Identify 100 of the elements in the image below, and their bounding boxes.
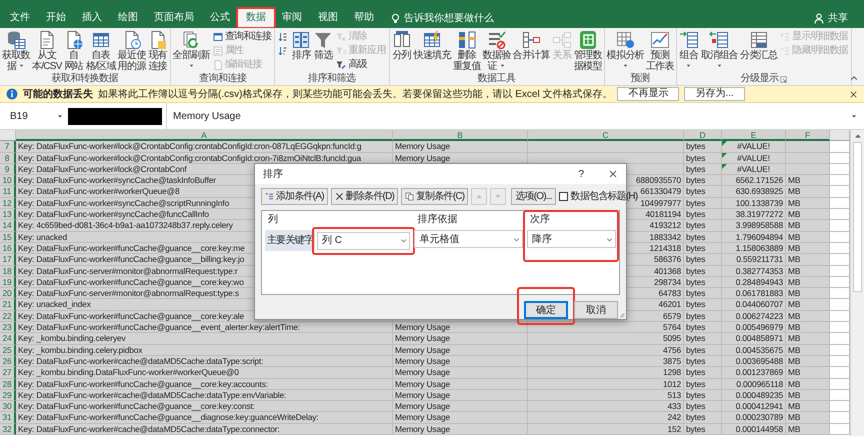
search-field[interactable]: 告诉我你想要做什么 bbox=[404, 10, 494, 26]
row-header[interactable]: 15 bbox=[0, 232, 16, 243]
ribbon-button[interactable]: 管理数 据模型 bbox=[572, 30, 603, 72]
ribbon-button[interactable] bbox=[278, 30, 288, 43]
ribbon-button[interactable]: 现有 连接 bbox=[146, 30, 169, 72]
info-icon bbox=[6, 88, 18, 100]
column-header[interactable]: D bbox=[684, 130, 722, 141]
ribbon-button[interactable]: 取消组合 bbox=[700, 30, 739, 68]
share-button[interactable]: 共享 bbox=[808, 8, 854, 28]
ribbon-tab[interactable]: 绘图 bbox=[110, 8, 146, 28]
notification-button[interactable]: 不再显示 bbox=[617, 87, 680, 101]
row-header[interactable]: 28 bbox=[0, 378, 16, 390]
toolbar-button[interactable]: 删除条件(D) bbox=[330, 188, 398, 206]
ribbon-tab[interactable]: 页面布局 bbox=[146, 8, 202, 28]
row-header[interactable]: 26 bbox=[0, 356, 16, 368]
row-header[interactable]: 25 bbox=[0, 344, 16, 356]
ribbon-button[interactable]: 自表 格/区域 bbox=[84, 30, 117, 72]
row-header[interactable]: 19 bbox=[0, 276, 16, 288]
toolbar-button[interactable]: 添加条件(A) bbox=[261, 188, 328, 206]
table-cell: bytes bbox=[686, 242, 706, 253]
row-header[interactable]: 23 bbox=[0, 322, 16, 334]
column-header[interactable]: A bbox=[16, 130, 393, 141]
ribbon-button[interactable]: 排序 bbox=[290, 30, 312, 62]
table-cell: 6579 bbox=[662, 310, 681, 321]
lightbulb-icon bbox=[390, 12, 401, 24]
vertical-scrollbar[interactable] bbox=[850, 130, 864, 436]
ribbon-tab[interactable]: 审阅 bbox=[274, 8, 310, 28]
ribbon-tab[interactable]: 文件 bbox=[2, 8, 38, 28]
row-header[interactable]: 31 bbox=[0, 412, 16, 424]
ribbon-tab[interactable]: 公式 bbox=[202, 8, 238, 28]
ribbon-button[interactable]: 删除 重复值 bbox=[452, 30, 482, 72]
table-cell: Key: DataFluxFunc-worker#funcCache@guance__diagnose:key:guanceWriteDelay: bbox=[18, 412, 318, 422]
row-header[interactable]: 11 bbox=[0, 186, 16, 198]
ribbon-tab[interactable]: 帮助 bbox=[346, 8, 382, 28]
ribbon-button[interactable]: 筛选 bbox=[312, 30, 334, 62]
ribbon-button[interactable]: 快速填充 bbox=[412, 30, 452, 62]
scroll-up-icon bbox=[854, 132, 862, 140]
dialog-button[interactable]: 确定 bbox=[524, 301, 568, 319]
caret-icon bbox=[850, 112, 858, 120]
ribbon-button[interactable]: 分类汇总 bbox=[739, 30, 778, 62]
ribbon-button[interactable]: 模拟分析 bbox=[606, 30, 645, 68]
row-header[interactable]: 27 bbox=[0, 367, 16, 379]
dropdown-field[interactable]: 列 C bbox=[317, 232, 410, 250]
table-cell: Memory Usage bbox=[395, 367, 450, 378]
table-cell: 0.044060707 bbox=[736, 299, 783, 310]
ribbon-button[interactable]: 全部刷新 bbox=[172, 30, 211, 68]
close-icon[interactable] bbox=[849, 90, 858, 98]
row-header[interactable]: 24 bbox=[0, 333, 16, 345]
toolbar-button[interactable]: 复制条件(C) bbox=[401, 188, 468, 206]
ribbon-button[interactable]: 分列 bbox=[390, 30, 413, 62]
column-header[interactable]: E bbox=[722, 130, 786, 141]
column-header[interactable]: F bbox=[786, 130, 830, 141]
notification-button[interactable]: 另存为... bbox=[684, 87, 745, 101]
list-icon bbox=[212, 46, 223, 56]
ribbon-button[interactable]: 合并计算 bbox=[512, 30, 551, 62]
ribbon-tab[interactable]: 开始 bbox=[38, 8, 74, 28]
ribbon-tab[interactable]: 数据 bbox=[238, 8, 274, 28]
close-icon[interactable] bbox=[608, 169, 618, 180]
ribbon-button[interactable] bbox=[278, 44, 288, 57]
ribbon-tab[interactable]: 插入 bbox=[74, 8, 110, 28]
row-header[interactable]: 30 bbox=[0, 401, 16, 412]
ribbon-button[interactable]: 从文 本/CSV bbox=[30, 30, 63, 72]
row-header[interactable]: 20 bbox=[0, 288, 16, 300]
ribbon-button[interactable]: 数据验 证 bbox=[482, 30, 512, 72]
row-header[interactable]: 17 bbox=[0, 254, 16, 266]
table-cell: 4193212 bbox=[649, 220, 681, 230]
ribbon-button[interactable]: 最近使 用的源 bbox=[116, 30, 147, 72]
name-box[interactable]: B19 bbox=[0, 108, 52, 124]
row-header[interactable]: 8 bbox=[0, 152, 16, 164]
row-header[interactable]: 29 bbox=[0, 390, 16, 402]
column-header[interactable]: B bbox=[393, 130, 528, 141]
ribbon-button[interactable]: 获取数 据 bbox=[1, 30, 31, 72]
dialog-button[interactable]: 取消 bbox=[574, 301, 618, 319]
column-header[interactable]: C bbox=[528, 130, 684, 141]
ribbon-button[interactable]: 自 网站 bbox=[62, 30, 85, 72]
dropdown-field[interactable]: 降序 bbox=[526, 230, 616, 248]
ribbon-button[interactable]: 高级 bbox=[336, 58, 386, 71]
formula-input[interactable]: Memory Usage bbox=[173, 108, 241, 124]
row-header[interactable]: 22 bbox=[0, 310, 16, 322]
dropdown-field[interactable]: 单元格值 bbox=[414, 230, 523, 248]
table-cell: Key: DataFluxFunc-worker#cache@dataMD5Cache:dataType:script: bbox=[18, 356, 264, 366]
checkbox[interactable] bbox=[558, 192, 568, 202]
table-cell: 0.559211731 bbox=[736, 254, 783, 264]
ribbon-button[interactable]: 查询和连接 bbox=[212, 30, 272, 43]
row-header[interactable]: 9 bbox=[0, 164, 16, 176]
row-header[interactable]: 21 bbox=[0, 299, 16, 311]
ribbon-button[interactable]: 组合 bbox=[678, 30, 700, 68]
row-header[interactable]: 14 bbox=[0, 220, 16, 232]
row-header[interactable]: 12 bbox=[0, 198, 16, 210]
row-header[interactable]: 18 bbox=[0, 266, 16, 277]
ribbon-button[interactable]: 预测 工作表 bbox=[644, 30, 675, 72]
toolbar-button[interactable]: 选项(O)... bbox=[511, 188, 556, 206]
table-cell: 0.382774353 bbox=[736, 266, 783, 276]
row-header[interactable]: 7 bbox=[0, 141, 16, 153]
help-button[interactable]: ? bbox=[578, 166, 584, 182]
row-header[interactable]: 16 bbox=[0, 242, 16, 254]
row-header[interactable]: 10 bbox=[0, 175, 16, 186]
row-header[interactable]: 13 bbox=[0, 209, 16, 220]
ribbon-tab[interactable]: 视图 bbox=[310, 8, 346, 28]
row-header[interactable]: 32 bbox=[0, 424, 16, 436]
